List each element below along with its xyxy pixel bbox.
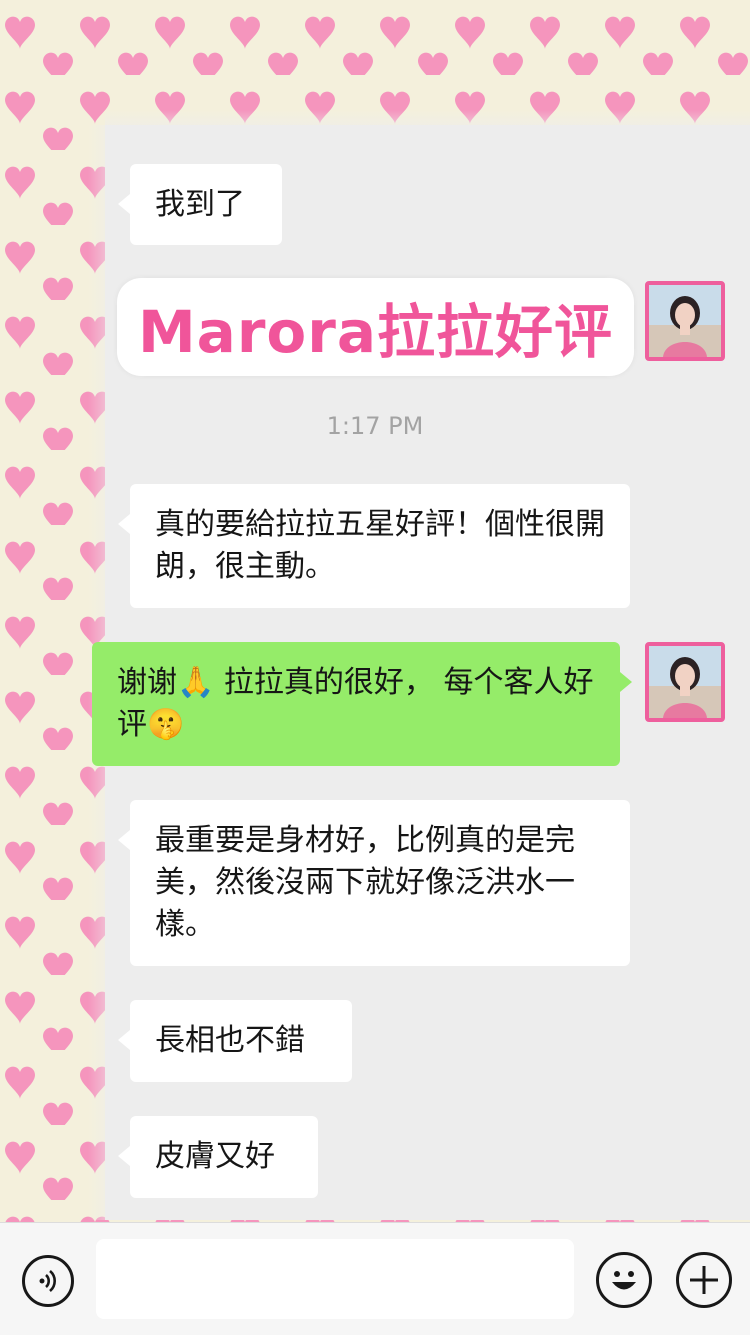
avatar-image: [649, 646, 721, 718]
message-bubble-received[interactable]: 皮膚又好: [118, 1116, 318, 1198]
message-text: 真的要給拉拉五星好評！個性很開朗，很主動。: [155, 507, 605, 584]
voice-button[interactable]: [22, 1255, 74, 1307]
timestamp: 1:17 PM: [326, 412, 424, 440]
message-text: 最重要是身材好，比例真的是完美，然後沒兩下就好像泛洪水一樣。: [155, 823, 575, 942]
message-text: 谢谢: [117, 665, 177, 700]
message-bubble-received[interactable]: 最重要是身材好，比例真的是完美，然後沒兩下就好像泛洪水一樣。: [118, 800, 630, 966]
message-text: 皮膚又好: [155, 1139, 275, 1174]
promo-overlay-bubble: Marora拉拉好评: [117, 278, 634, 376]
avatar[interactable]: [645, 642, 725, 722]
shushing-face-emoji: 🤫: [147, 707, 185, 742]
emoji-button[interactable]: [596, 1252, 652, 1308]
avatar-image: [649, 285, 721, 357]
message-text: 長相也不錯: [155, 1023, 305, 1058]
message-bubble-received[interactable]: 真的要給拉拉五星好評！個性很開朗，很主動。: [118, 484, 630, 608]
message-input[interactable]: [96, 1239, 574, 1319]
message-text: 我到了: [155, 187, 245, 222]
message-bubble-received[interactable]: 長相也不錯: [118, 1000, 352, 1082]
avatar[interactable]: [645, 281, 725, 361]
voice-icon: [39, 1270, 56, 1292]
message-bubble-sent[interactable]: 谢谢🙏 拉拉真的很好， 每个客人好评🤫: [92, 642, 632, 766]
plus-icon: [690, 1266, 718, 1294]
chat-input-bar: [0, 1222, 750, 1335]
plus-button[interactable]: [676, 1252, 732, 1308]
folded-hands-emoji: 🙏: [177, 665, 215, 700]
emoji-icon: [612, 1271, 636, 1290]
promo-text: Marora拉拉好评: [137, 298, 614, 366]
message-bubble-received[interactable]: 我到了: [118, 164, 282, 245]
